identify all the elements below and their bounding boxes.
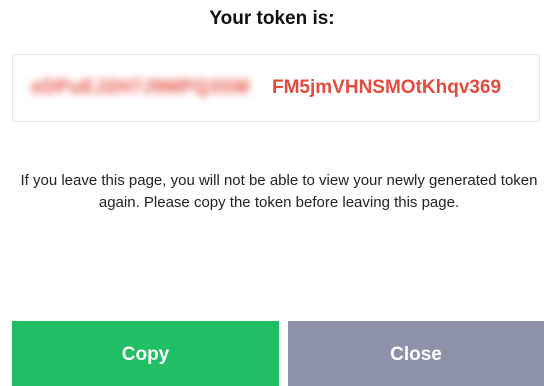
token-dialog: Your token is: eDPuEJ2H7J9MPQ3SM FM5jmVH… bbox=[0, 0, 544, 386]
dialog-title: Your token is: bbox=[209, 8, 335, 29]
token-display[interactable]: eDPuEJ2H7J9MPQ3SM FM5jmVHNSMOtKhqv369 bbox=[12, 54, 540, 122]
token-obscured-part: eDPuEJ2H7J9MPQ3SM bbox=[31, 77, 250, 98]
copy-button[interactable]: Copy bbox=[12, 321, 279, 386]
close-button[interactable]: Close bbox=[288, 321, 544, 386]
warning-message: If you leave this page, you will not be … bbox=[20, 172, 538, 211]
token-visible-part: FM5jmVHNSMOtKhqv369 bbox=[272, 77, 502, 98]
